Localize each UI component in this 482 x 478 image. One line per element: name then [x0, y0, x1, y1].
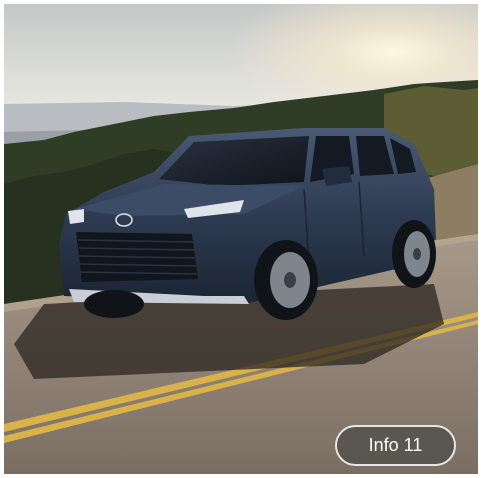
rear-wheel	[392, 220, 436, 288]
front-wheel	[254, 240, 318, 320]
front-left-wheel	[84, 290, 144, 318]
info-button[interactable]: Info 11	[335, 425, 456, 466]
vehicle-photo	[4, 4, 478, 474]
photo-frame: Info 11	[4, 4, 478, 474]
